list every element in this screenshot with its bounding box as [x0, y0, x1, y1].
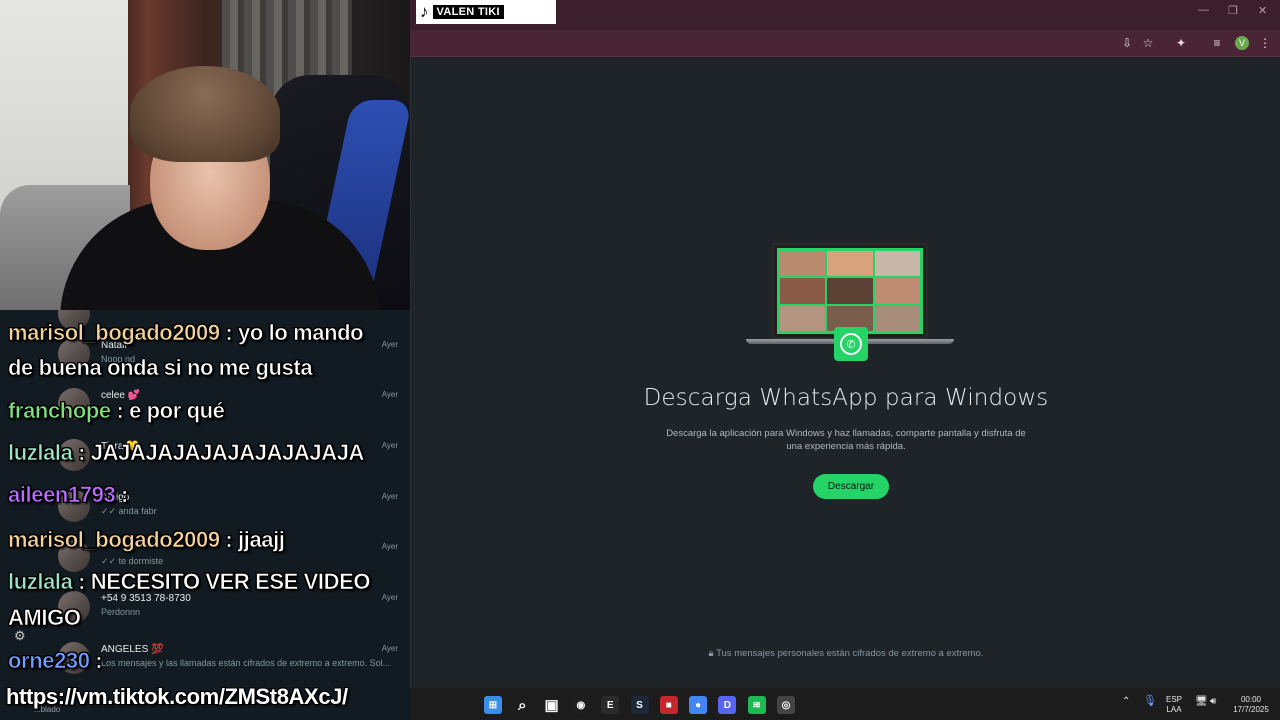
chat-username: franchope	[8, 398, 112, 424]
clock-date: 17/7/2025	[1233, 705, 1269, 714]
chat-message: de buena onda si no me gusta	[8, 355, 313, 381]
media-controls-icon[interactable]: ≡	[1210, 36, 1224, 50]
chat-time: Ayer	[381, 390, 398, 399]
language-top: ESP	[1166, 695, 1183, 704]
participant-tile	[827, 278, 873, 304]
title-bar: ♪ VALEN TIKI — ❐ ✕	[410, 0, 1280, 30]
tiktok-icon: ♪	[420, 2, 429, 21]
chat-text: :	[89, 648, 103, 674]
close-icon[interactable]: ✕	[1258, 4, 1267, 17]
chat-text: : JAJAJAJAJAJAJAJAJAJA	[72, 440, 365, 466]
tab-label: VALEN TIKI	[432, 5, 504, 19]
chat-time: Ayer	[381, 340, 398, 349]
extensions-icon[interactable]: ✦	[1174, 36, 1188, 50]
minimize-icon[interactable]: —	[1198, 4, 1209, 16]
chat-time: Ayer	[381, 644, 398, 653]
chat-time: Ayer	[381, 492, 398, 501]
webcam-feed	[0, 0, 410, 310]
chat-text: : e por qué	[110, 398, 225, 424]
language-indicator[interactable]: ESP LAA	[1166, 695, 1182, 715]
chat-text: AMIGO	[8, 605, 82, 631]
clock[interactable]: 00:00 17/7/2025	[1228, 695, 1274, 715]
network-icon[interactable]: 🖥︎	[1195, 697, 1208, 707]
chat-name: esquizofrenicp	[101, 310, 165, 311]
video-call-grid	[777, 248, 923, 334]
chrome-icon[interactable]: ●	[689, 696, 708, 714]
browser-tab[interactable]: ♪ VALEN TIKI	[416, 0, 556, 24]
language-bottom: LAA	[1166, 705, 1182, 714]
obs-icon[interactable]: ◉	[571, 696, 590, 714]
encryption-note-text: Tus mensajes personales están cifrados d…	[716, 648, 984, 659]
menu-kebab-icon[interactable]: ⋮	[1258, 36, 1272, 50]
chat-username: marisol_bogado2009	[8, 320, 221, 346]
browser-toolbar: ⇩ ☆ ✦ ≡ V ⋮	[410, 30, 1280, 57]
participant-tile	[780, 251, 826, 277]
chat-preview: ✓✓ te dormiste	[101, 556, 164, 566]
settings-gear-icon[interactable]: ⚙	[14, 629, 28, 643]
clock-time: 00:00	[1240, 695, 1262, 704]
laptop-illustration: ✆	[746, 243, 954, 361]
windows-icon[interactable]: ⊞	[484, 696, 502, 714]
chat-username: luzlala	[8, 440, 73, 466]
chat-text: : yo lo mando	[219, 320, 364, 346]
participant-tile	[780, 305, 826, 331]
chat-message: AMIGO	[8, 605, 82, 631]
participant-tile	[874, 251, 920, 277]
taskview-icon[interactable]: ▣	[543, 696, 561, 714]
chat-username: orne230	[8, 648, 91, 674]
chat-message: luzlala : JAJAJAJAJAJAJAJAJAJA	[8, 440, 365, 466]
chat-time: Ayer	[381, 593, 398, 602]
chat-name: ANGELES 💯	[101, 644, 164, 655]
whatsapp-download-page: ✆ Descarga WhatsApp para Windows Descarg…	[410, 58, 1280, 688]
chat-message: franchope : e por qué	[8, 398, 226, 424]
search-icon[interactable]: ⌕	[513, 696, 531, 714]
chat-message: orne230 :	[8, 648, 103, 674]
install-app-icon[interactable]: ⇩	[1120, 36, 1134, 50]
streamer-hair	[130, 66, 280, 162]
volume-icon[interactable]: 🔊︎	[1210, 697, 1216, 707]
participant-tile	[780, 278, 826, 304]
chat-text: : NECESITO VER ESE VIDEO	[72, 569, 371, 595]
bookmark-star-icon[interactable]: ☆	[1141, 36, 1155, 50]
laptop-screen	[772, 243, 928, 339]
tray-chevron-icon[interactable]: ⌃	[1122, 697, 1130, 707]
chat-username: luzlala	[8, 569, 73, 595]
misc-app-icon[interactable]: ◎	[777, 696, 795, 714]
discord-icon[interactable]: D	[718, 696, 737, 714]
download-button[interactable]: Descargar	[813, 474, 889, 499]
microphone-icon[interactable]: 🎙︎	[1143, 696, 1157, 707]
chat-footer-fragment: ...blado	[34, 705, 61, 714]
page-title: Descarga WhatsApp para Windows	[643, 385, 1049, 411]
chat-list-item[interactable]: ANGELES 💯 Los mensajes y las llamadas est…	[58, 636, 408, 686]
participant-tile	[827, 251, 873, 277]
browser-window: ♪ VALEN TIKI — ❐ ✕ ⇩ ☆ ✦ ≡ V ⋮ ✆ Descarg…	[410, 0, 1280, 688]
profile-avatar[interactable]: V	[1235, 36, 1249, 50]
maximize-icon[interactable]: ❐	[1228, 4, 1238, 17]
page-description: Descarga la aplicación para Windows y ha…	[666, 428, 1026, 452]
chat-message: luzlala : NECESITO VER ESE VIDEO	[8, 569, 371, 595]
chat-time: Ayer	[381, 542, 398, 551]
chat-message: aileen1793 :	[8, 482, 129, 508]
chat-username: aileen1793	[8, 482, 116, 508]
chat-text: :	[115, 482, 129, 508]
encryption-note: 🔒︎ Tus mensajes personales están cifrado…	[411, 648, 1280, 659]
participant-tile	[874, 278, 920, 304]
chat-message: marisol_bogado2009 : yo lo mando	[8, 320, 364, 346]
chat-message: marisol_bogado2009 : jjaajj	[8, 527, 286, 553]
chat-preview: Perdonnn	[101, 607, 141, 617]
epic-icon[interactable]: E	[601, 696, 620, 714]
whatsapp-logo-icon: ✆	[834, 327, 868, 361]
chat-username: marisol_bogado2009	[8, 527, 221, 553]
red-app-icon[interactable]: ■	[659, 696, 678, 714]
chat-preview: Los mensajes y las llamadas están cifrad…	[101, 658, 391, 668]
chat-panel: esquizofrenicpNataliNoop ndAyercelee 💕Ay…	[0, 310, 420, 720]
participant-tile	[874, 305, 920, 331]
steam-icon[interactable]: S	[630, 696, 649, 714]
windows-taskbar: ⊞ ⌕ ▣ ◉ E S ■ ● D ≋ ◎ ⌃ 🎙︎ ESP LAA 🖥︎ 🔊︎ 00:00 17/…	[410, 688, 1280, 720]
chat-text: de buena onda si no me gusta	[8, 355, 313, 381]
chat-time: Ayer	[381, 441, 398, 450]
chat-text: : jjaajj	[219, 527, 285, 553]
lock-icon: 🔒︎	[708, 648, 717, 659]
spotify-icon[interactable]: ≋	[747, 696, 766, 714]
